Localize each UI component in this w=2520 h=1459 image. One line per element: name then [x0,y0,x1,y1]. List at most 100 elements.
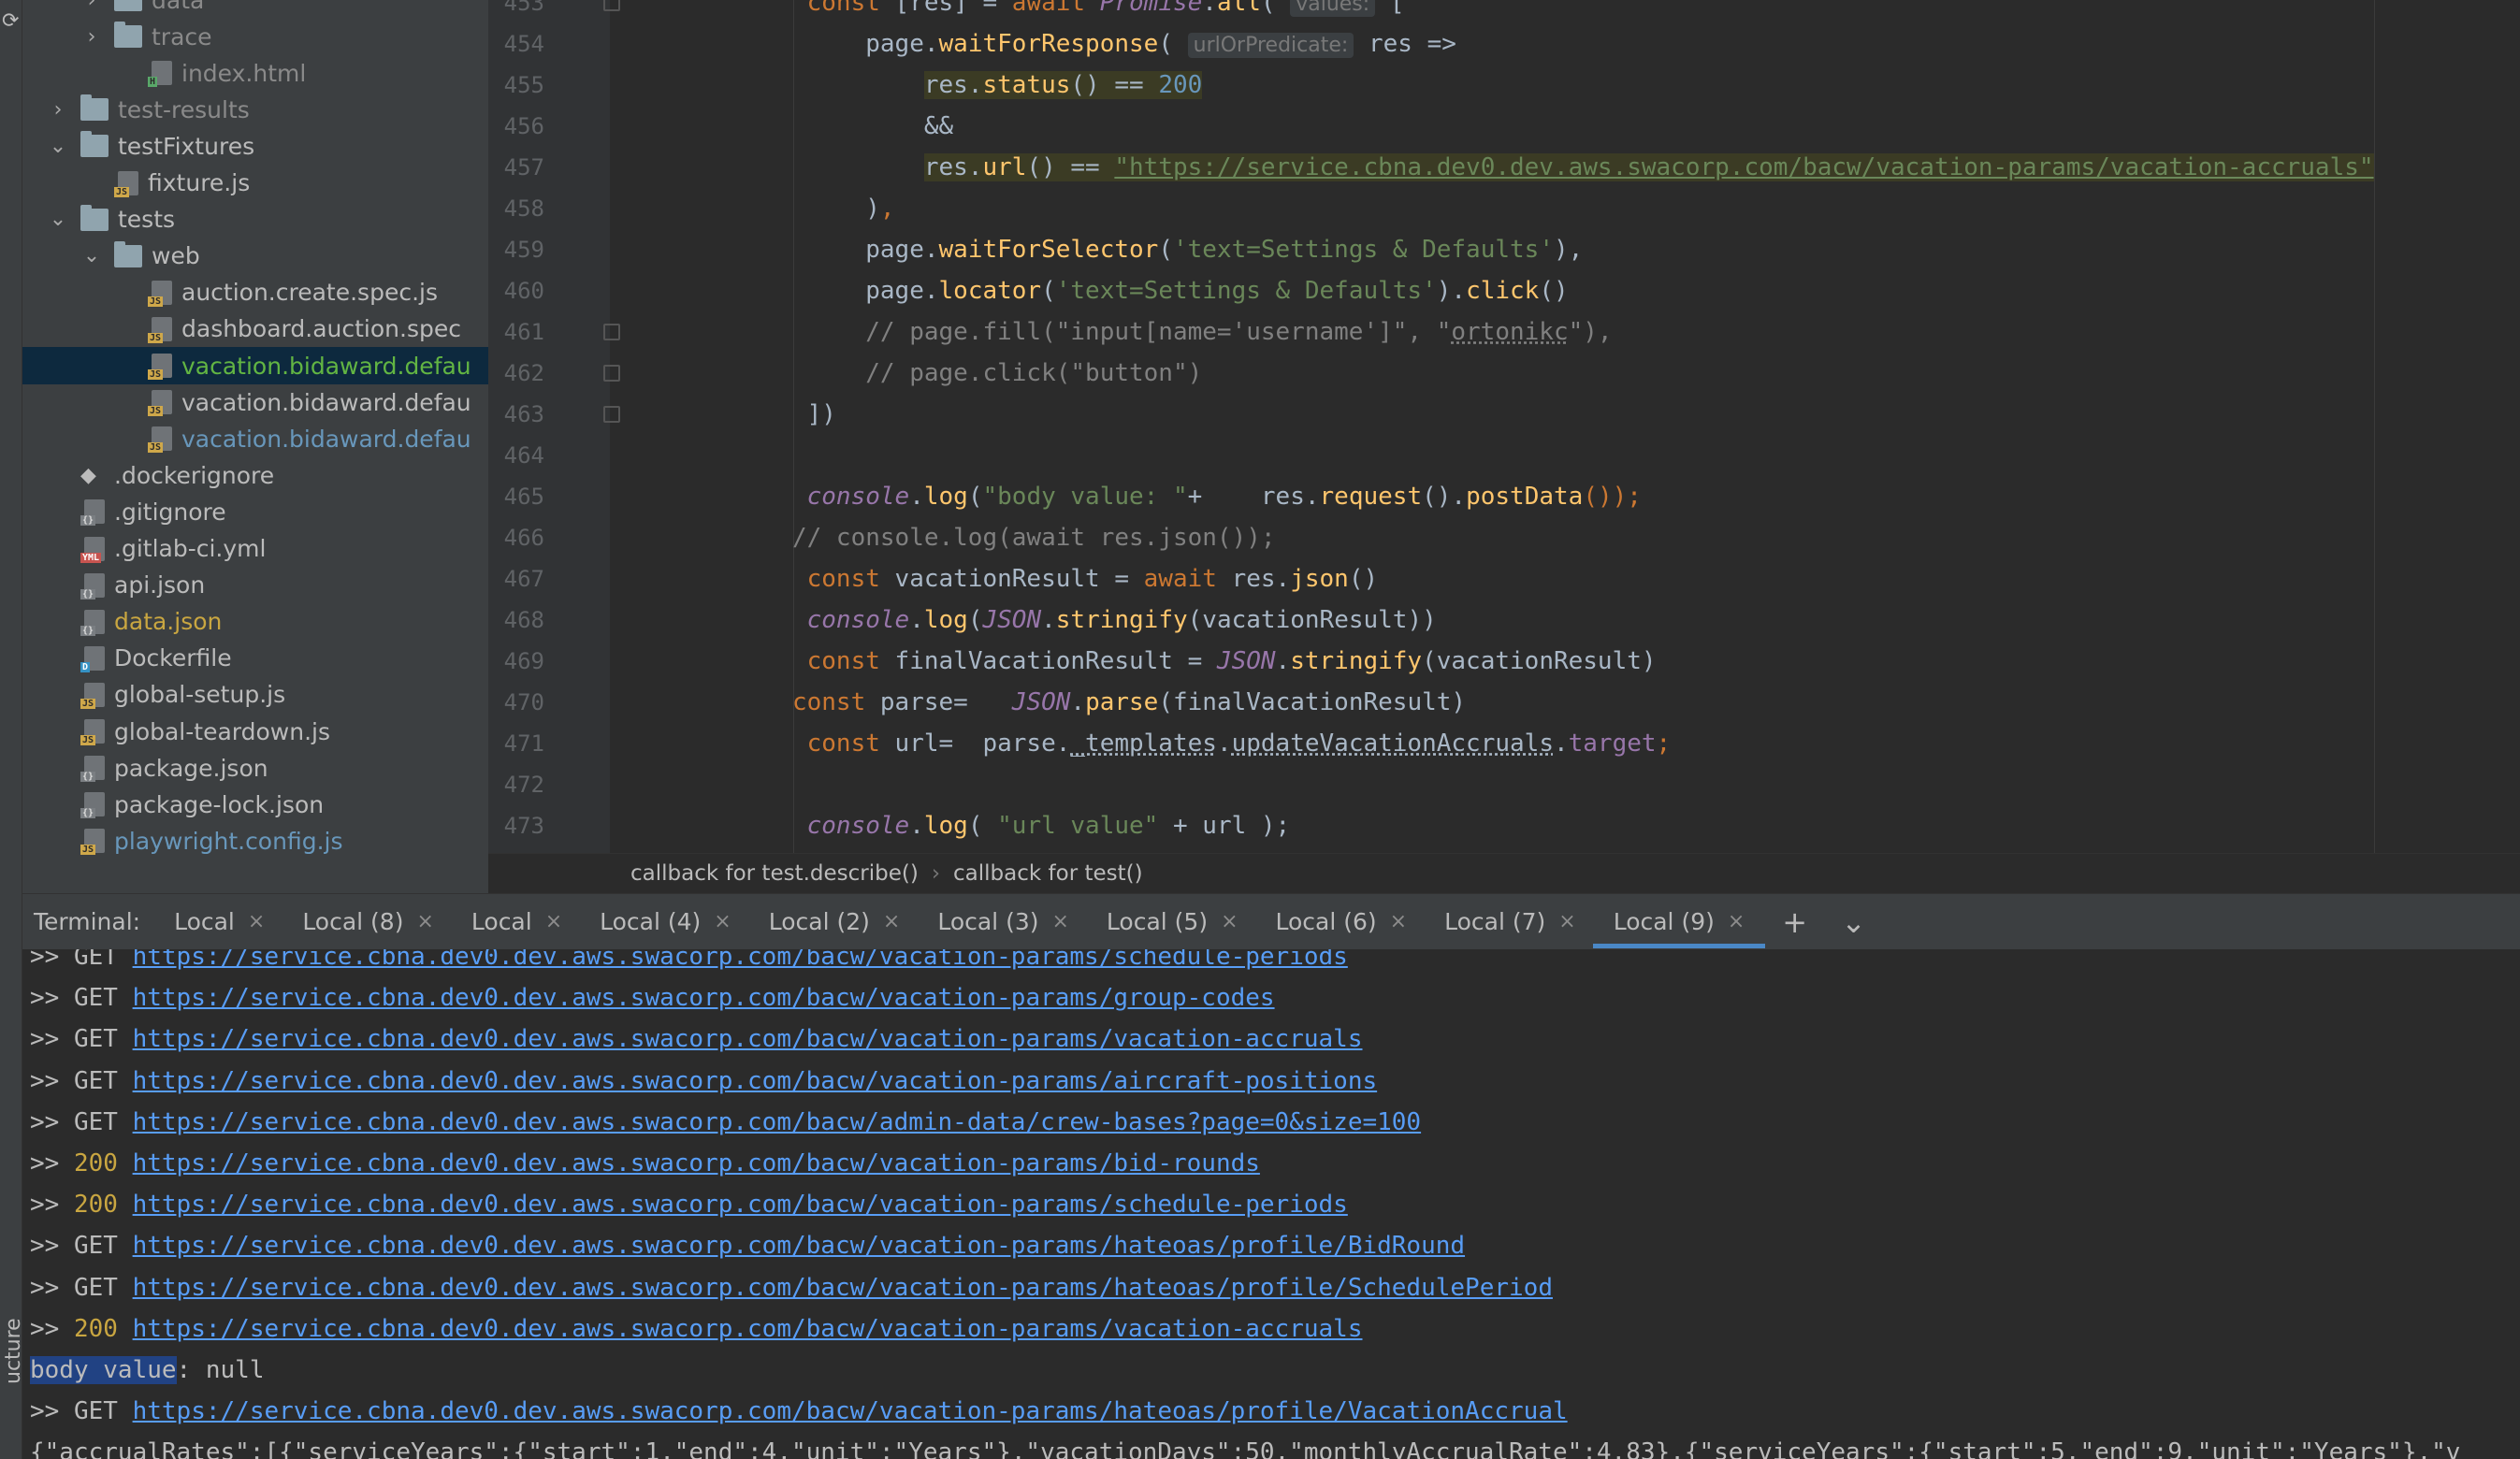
settings-icon[interactable]: ⟳ [2,9,19,33]
tree-item-label: .dockerignore [114,461,275,489]
tree-item[interactable]: D Dockerfile [22,640,488,677]
close-icon[interactable]: × [1051,910,1068,933]
close-icon[interactable]: × [545,910,562,933]
tree-item[interactable]: {} package.json [22,749,488,787]
code-line[interactable]: // page.click("button") [748,353,1202,394]
tree-item[interactable]: YML .gitlab-ci.yml [22,530,488,568]
tree-item[interactable]: JS vacation.bidaward.defau [22,347,488,384]
tree-item[interactable]: JS global-teardown.js [22,713,488,750]
fold-icon[interactable] [603,406,620,423]
tree-item[interactable]: {} .gitignore [22,493,488,530]
tree-item[interactable]: JS vacation.bidaward.defau [22,383,488,421]
code-editor[interactable]: const [res] = await Promise.all( values:… [610,0,2520,853]
code-line[interactable]: // page.fill("input[name='username']", "… [748,311,1612,353]
tree-item[interactable]: JS dashboard.auction.spec [22,311,488,348]
close-icon[interactable]: × [1221,910,1238,933]
request-url-link[interactable]: https://service.cbna.dev0.dev.aws.swacor… [133,949,1348,971]
chevron-right-icon[interactable]: › [49,98,67,122]
request-method: GET [73,1232,118,1261]
tree-item[interactable]: JS vacation.bidaward.defau [22,420,488,457]
request-url-link[interactable]: https://service.cbna.dev0.dev.aws.swacor… [133,1067,1378,1095]
code-token: log [923,606,968,634]
close-icon[interactable]: × [883,910,900,933]
code-line[interactable]: page.waitForResponse( urlOrPredicate: re… [748,23,1456,65]
file-icon: JS [148,426,172,454]
code-line[interactable]: ]) [748,394,836,435]
tree-item[interactable]: {} api.json [22,567,488,604]
request-url-link[interactable]: https://service.cbna.dev0.dev.aws.swacor… [133,1315,1363,1343]
code-line[interactable]: const vacationResult = await res.json() [748,558,1379,599]
tree-item[interactable]: ⌄ testFixtures [22,127,488,165]
terminal-tab[interactable]: Local (5) × [1107,894,1238,950]
add-terminal-icon[interactable]: + [1782,904,1807,940]
chevron-down-icon[interactable]: ⌄ [49,208,67,231]
tree-item-label: vacation.bidaward.defau [181,352,471,380]
code-line[interactable]: const parse= JSON.parse(finalVacationRes… [748,682,1466,723]
request-url-link[interactable]: https://service.cbna.dev0.dev.aws.swacor… [133,1025,1363,1053]
code-line[interactable]: // console.log(await res.json()); [748,517,1276,558]
tree-item[interactable]: JS global-setup.js [22,676,488,714]
terminal-output[interactable]: >> GET https://service.cbna.dev0.dev.aws… [22,949,2520,1459]
code-line[interactable]: console.log( "url value" + url ); [748,805,1291,846]
close-icon[interactable]: × [248,910,265,933]
close-icon[interactable]: × [1558,910,1575,933]
code-line[interactable]: res.url() == "https://service.cbna.dev0.… [748,147,2374,188]
terminal-tab[interactable]: Local (3) × [937,894,1069,950]
close-icon[interactable]: × [1390,910,1407,933]
breadcrumb-item-test[interactable]: callback for test() [953,861,1143,886]
code-line[interactable]: res.status() == 200 [748,65,1203,106]
tree-item[interactable]: ◆ .dockerignore [22,456,488,494]
code-line[interactable]: const finalVacationResult = JSON.stringi… [748,641,1657,682]
terminal-tab[interactable]: Local × [174,894,265,950]
terminal-tab[interactable]: Local (8) × [302,894,434,950]
terminal-tab[interactable]: Local (7) × [1444,894,1576,950]
code-line[interactable]: page.locator('text=Settings & Defaults')… [748,270,1568,311]
request-url-link[interactable]: https://service.cbna.dev0.dev.aws.swacor… [133,1397,1568,1425]
fold-icon[interactable] [603,365,620,382]
close-icon[interactable]: × [1728,910,1745,933]
tree-item[interactable]: JS auction.create.spec.js [22,274,488,311]
close-icon[interactable]: × [416,910,433,933]
fold-icon[interactable] [603,0,620,11]
tree-item[interactable]: JS fixture.js [22,165,488,202]
request-url-link[interactable]: https://service.cbna.dev0.dev.aws.swacor… [133,1149,1260,1177]
terminal-tab[interactable]: Local (2) × [769,894,901,950]
line-number: 457 [503,154,544,181]
tree-item[interactable]: JS playwright.config.js [22,822,488,860]
code-line[interactable]: const url= parse._templates.updateVacati… [748,723,1672,764]
tree-item[interactable]: {} data.json [22,603,488,641]
chevron-right-icon[interactable]: › [82,0,101,12]
request-url-link[interactable]: https://service.cbna.dev0.dev.aws.swacor… [133,1108,1422,1136]
tree-item[interactable]: ⌄ tests [22,201,488,238]
request-url-link[interactable]: https://service.cbna.dev0.dev.aws.swacor… [133,984,1275,1012]
terminal-tab[interactable]: Local (6) × [1276,894,1408,950]
code-line[interactable]: ), [748,188,894,229]
chevron-down-icon[interactable]: ⌄ [82,244,101,267]
tree-item[interactable]: › test-results [22,91,488,128]
fold-icon[interactable] [603,324,620,340]
code-token: . [1216,730,1232,758]
chevron-right-icon[interactable]: › [82,25,101,49]
code-line[interactable]: && [748,106,953,147]
request-url-link[interactable]: https://service.cbna.dev0.dev.aws.swacor… [133,1274,1553,1302]
chevron-down-icon[interactable]: ⌄ [1841,904,1866,940]
tree-item[interactable]: › trace [22,18,488,55]
code-line[interactable]: page.waitForSelector('text=Settings & De… [748,229,1583,270]
tree-item[interactable]: {} package-lock.json [22,786,488,823]
request-url-link[interactable]: https://service.cbna.dev0.dev.aws.swacor… [133,1191,1348,1219]
project-tree: › data › trace Hindex.html › test-results ⌄ test… [22,0,488,893]
terminal-tab[interactable]: Local × [471,894,562,950]
tree-item[interactable]: › data [22,0,488,19]
terminal-tab[interactable]: Local (9) × [1592,894,1765,950]
close-icon[interactable]: × [714,910,731,933]
chevron-down-icon[interactable]: ⌄ [49,135,67,158]
tree-item[interactable]: ⌄ web [22,238,488,275]
terminal-tab[interactable]: Local (4) × [600,894,731,950]
code-line[interactable]: console.log(JSON.stringify(vacationResul… [748,599,1437,641]
tree-item[interactable]: Hindex.html [22,54,488,92]
code-token: // page.click("button") [865,359,1203,387]
code-line[interactable]: const [res] = await Promise.all( values:… [748,0,1405,23]
code-line[interactable]: console.log("body value: "+ res.request(… [748,476,1642,517]
request-url-link[interactable]: https://service.cbna.dev0.dev.aws.swacor… [133,1232,1465,1260]
breadcrumb-item-describe[interactable]: callback for test.describe() [630,861,919,886]
